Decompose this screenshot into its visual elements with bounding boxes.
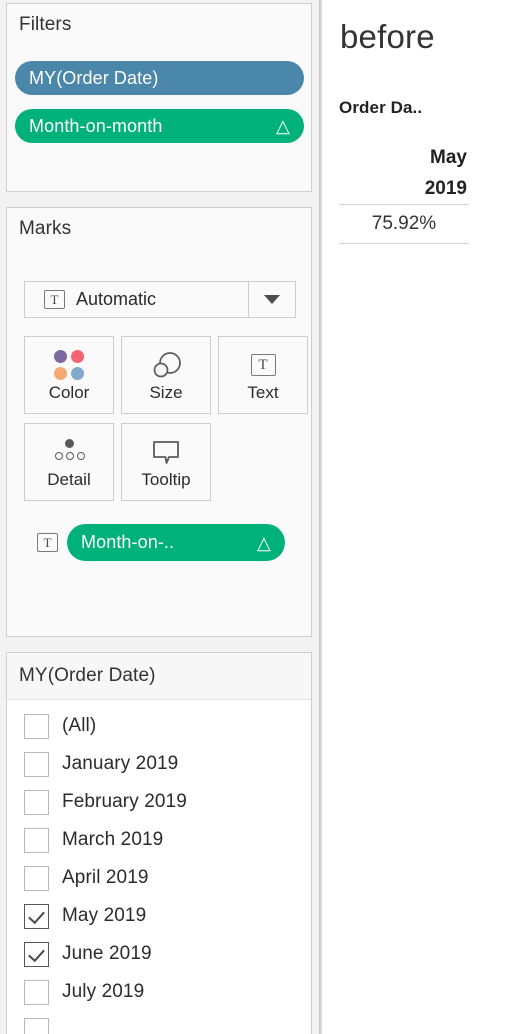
quick-filter-card: MY(Order Date) (All) January 2019 Februa… (6, 652, 312, 1034)
list-item-label: March 2019 (62, 829, 164, 850)
mark-type-label: Automatic (76, 289, 157, 309)
list-item-partial[interactable] (7, 1011, 311, 1034)
list-item[interactable]: March 2019 (7, 821, 311, 859)
delta-triangle-icon: △ (257, 532, 271, 553)
marks-card-title: Marks (19, 218, 72, 239)
quick-filter-header[interactable]: MY(Order Date) (7, 653, 311, 700)
list-item[interactable]: June 2019 (7, 935, 311, 973)
filter-pill-month-on-month-label: Month-on-month (29, 115, 163, 136)
marks-shelf-size-label: Size (149, 383, 183, 402)
filter-pill-month-on-month[interactable]: Month-on-month △ (15, 109, 304, 143)
checkbox-june-2019[interactable] (24, 941, 49, 967)
marks-text-shelf-row: T Month-on-.. △ (37, 524, 285, 561)
mark-pill-month-on-month[interactable]: Month-on-.. △ (67, 524, 285, 561)
text-T-glyph: T (250, 354, 276, 376)
marks-shelf-color[interactable]: Color (24, 336, 114, 414)
marks-shelf-grid: Color Size T Text Detail Tooltip (24, 336, 308, 501)
marks-shelf-detail[interactable]: Detail (24, 423, 114, 501)
list-item[interactable]: July 2019 (7, 973, 311, 1011)
marks-shelf-size[interactable]: Size (121, 336, 211, 414)
viz-column-may-2019: May 2019 75.92% (339, 142, 469, 244)
viz-rule-bottom (339, 243, 469, 244)
list-item[interactable]: May 2019 (7, 897, 311, 935)
checkbox-april-2019[interactable] (24, 865, 49, 891)
marks-shelf-row-1: Color Size T Text (24, 336, 308, 414)
quick-filter-list: (All) January 2019 February 2019 March 2… (7, 700, 311, 1034)
marks-shelf-text[interactable]: T Text (218, 336, 308, 414)
mark-pill-month-on-month-label: Month-on-.. (81, 532, 175, 552)
list-item[interactable]: January 2019 (7, 745, 311, 783)
marks-shelf-tooltip[interactable]: Tooltip (121, 423, 211, 501)
filter-pill-order-date[interactable]: MY(Order Date) (15, 61, 304, 95)
list-item-label: February 2019 (62, 791, 187, 812)
filters-card: Filters MY(Order Date) Month-on-month △ (6, 3, 312, 192)
list-item[interactable]: (All) (7, 707, 311, 745)
tableau-worksheet: Filters MY(Order Date) Month-on-month △ … (0, 0, 524, 1034)
detail-dots-icon (52, 434, 86, 470)
viz-column-field-label: Order Da.. (339, 98, 423, 117)
delta-triangle-icon: △ (276, 116, 290, 136)
size-circles-icon (150, 347, 183, 383)
filters-card-title: Filters (19, 14, 72, 35)
marks-shelf-color-label: Color (48, 383, 90, 402)
viz-cell-value[interactable]: 75.92% (339, 205, 469, 243)
list-item-label: April 2019 (62, 867, 149, 888)
mark-type-selector[interactable]: T Automatic (24, 281, 296, 318)
checkbox-february-2019[interactable] (24, 789, 49, 815)
list-item-label: June 2019 (62, 943, 152, 964)
color-palette-icon (54, 347, 84, 383)
list-item[interactable]: February 2019 (7, 783, 311, 821)
mark-type-dropdown-button[interactable] (249, 282, 295, 317)
marks-shelf-row-2: Detail Tooltip (24, 423, 308, 501)
checkbox-may-2019[interactable] (24, 903, 49, 929)
checkbox-all[interactable] (24, 713, 49, 739)
left-shelf-pane: Filters MY(Order Date) Month-on-month △ … (0, 0, 322, 1034)
text-mark-icon: T (37, 533, 58, 552)
worksheet-title: before (340, 18, 435, 55)
list-item-label: (All) (62, 715, 97, 736)
filter-pill-order-date-label: MY(Order Date) (29, 67, 159, 88)
viz-column-header-line1: May (430, 147, 467, 168)
text-mark-icon: T (44, 290, 65, 309)
mark-type-selector-main[interactable]: T Automatic (25, 282, 249, 317)
list-item-label: May 2019 (62, 905, 147, 926)
chevron-down-icon (264, 295, 280, 304)
checkbox-july-2019[interactable] (24, 979, 49, 1005)
checkbox-next-month[interactable] (24, 1017, 49, 1034)
checkbox-march-2019[interactable] (24, 827, 49, 853)
viz-pane: before Order Da.. May 2019 75.92% (322, 0, 524, 1034)
list-item[interactable]: April 2019 (7, 859, 311, 897)
quick-filter-title: MY(Order Date) (19, 665, 156, 686)
text-T-icon: T (250, 347, 276, 383)
marks-card: Marks T Automatic Color Size T Text Deta… (6, 207, 312, 637)
list-item-label: July 2019 (62, 981, 145, 1002)
tooltip-bubble-icon (150, 434, 182, 470)
list-item-label: January 2019 (62, 753, 179, 774)
checkbox-january-2019[interactable] (24, 751, 49, 777)
marks-shelf-tooltip-label: Tooltip (141, 470, 191, 489)
marks-shelf-detail-label: Detail (47, 470, 91, 489)
viz-column-header-line2: 2019 (424, 178, 467, 199)
marks-shelf-text-label: Text (247, 383, 279, 402)
